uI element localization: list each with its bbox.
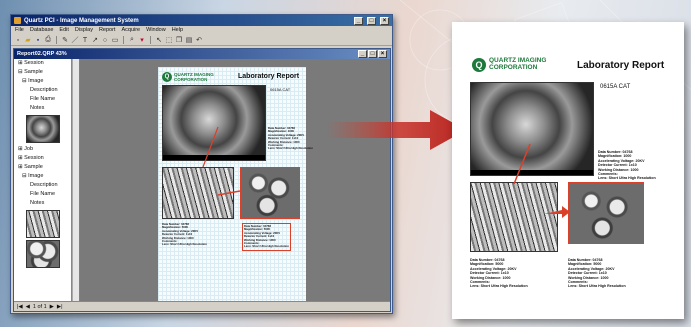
tree-node-image[interactable]: ⊟ Image: [14, 172, 71, 181]
menu-report[interactable]: Report: [99, 27, 116, 34]
menu-acquire[interactable]: Acquire: [121, 27, 140, 34]
last-page-button[interactable]: ▶|: [57, 304, 63, 310]
printed-report-page: Q QUARTZ IMAGING CORPORATION Laboratory R…: [452, 22, 684, 319]
pointer-icon[interactable]: ↖: [155, 36, 163, 44]
page-indicator: 1 of 1: [32, 303, 47, 310]
line-icon[interactable]: ／: [71, 36, 79, 44]
tree-scrollbar[interactable]: [72, 59, 79, 301]
menu-edit[interactable]: Edit: [59, 27, 68, 34]
color-icon[interactable]: ▾: [138, 36, 146, 44]
maximize-button[interactable]: □: [367, 16, 376, 25]
app-icon: [14, 17, 21, 24]
image-specs-right: Data Number: 04768 Magnification: 5000 Acc…: [242, 223, 291, 251]
menu-window[interactable]: Window: [146, 27, 166, 34]
tree-node-notes[interactable]: Notes: [14, 199, 71, 208]
doc-minimize-button[interactable]: _: [358, 50, 367, 58]
pencil-icon[interactable]: ✎: [61, 36, 69, 44]
minimize-button[interactable]: _: [354, 16, 363, 25]
menu-display[interactable]: Display: [75, 27, 93, 34]
first-page-button[interactable]: |◀: [17, 304, 23, 310]
database-tree: ⊞ Session ⊟ Sample ⊟ Image Description F…: [14, 59, 72, 301]
tree-node-session[interactable]: ⊞ Session: [14, 59, 71, 68]
zoom-icon[interactable]: ⌕: [128, 36, 136, 44]
page-navigator: |◀ ◀ 1 of 1 ▶ ▶|: [14, 301, 390, 311]
window-title: Quartz PCI - Image Management System: [24, 17, 139, 24]
toolbar: ▫ ▰ ▪ ⎙ ✎ ／ T ↗ ○ ▭ ⌕ ▾ ↖ ⬚ ❐ ▤ ↶: [11, 35, 392, 46]
rect-icon[interactable]: ▭: [111, 36, 119, 44]
app-window: Quartz PCI - Image Management System _ □…: [10, 14, 393, 314]
new-icon[interactable]: ▫: [14, 36, 22, 44]
circle-icon[interactable]: ○: [101, 36, 109, 44]
image-specs-left: Data Number: 04768 Magnification: 5000 Acc…: [470, 258, 528, 289]
copy-icon[interactable]: ❐: [175, 36, 183, 44]
toolbar-separator: [150, 36, 151, 44]
tree-node-file-name[interactable]: File Name: [14, 95, 71, 104]
tree-node-description[interactable]: Description: [14, 86, 71, 95]
menu-help[interactable]: Help: [172, 27, 183, 34]
menu-database[interactable]: Database: [30, 27, 54, 34]
report-canvas: Q QUARTZ IMAGING CORPORATION Laboratory R…: [80, 59, 390, 303]
toolbar-separator: [56, 36, 57, 44]
paste-icon[interactable]: ▤: [185, 36, 193, 44]
tree-node-notes[interactable]: Notes: [14, 104, 71, 113]
save-icon[interactable]: ▪: [34, 36, 42, 44]
report-document-window: Report02.QRP 43% _ □ × ⊞ Session ⊟ Sampl…: [13, 48, 391, 312]
tree-node-sample[interactable]: ⊞ Sample: [14, 163, 71, 172]
window-titlebar[interactable]: Quartz PCI - Image Management System _ □…: [11, 15, 392, 26]
tree-node-session[interactable]: ⊞ Session: [14, 154, 71, 163]
doc-maximize-button[interactable]: □: [368, 50, 377, 58]
tree-node-sample[interactable]: ⊟ Sample: [14, 68, 71, 77]
open-icon[interactable]: ▰: [24, 36, 32, 44]
select-icon[interactable]: ⬚: [165, 36, 173, 44]
image-thumbnail[interactable]: [26, 210, 60, 238]
prev-page-button[interactable]: ◀: [26, 304, 30, 310]
print-icon[interactable]: ⎙: [44, 36, 52, 44]
tree-node-image[interactable]: ⊟ Image: [14, 77, 71, 86]
doc-close-button[interactable]: ×: [378, 50, 387, 58]
document-titlebar[interactable]: Report02.QRP 43% _ □ ×: [14, 49, 390, 59]
image-thumbnail[interactable]: [26, 240, 60, 268]
toolbar-separator: [123, 36, 124, 44]
menu-bar: File Database Edit Display Report Acquir…: [11, 26, 392, 35]
tree-node-description[interactable]: Description: [14, 181, 71, 190]
tree-node-file-name[interactable]: File Name: [14, 190, 71, 199]
tree-node-job[interactable]: ⊞ Job: [14, 145, 71, 154]
arrow-icon[interactable]: ↗: [91, 36, 99, 44]
close-button[interactable]: ×: [380, 16, 389, 25]
text-icon[interactable]: T: [81, 36, 89, 44]
image-specs-left: Data Number: 04768 Magnification: 5000 Acc…: [162, 222, 207, 247]
report-page-preview[interactable]: Q QUARTZ IMAGING CORPORATION Laboratory R…: [158, 67, 313, 303]
undo-icon[interactable]: ↶: [195, 36, 203, 44]
image-thumbnail-selected[interactable]: [26, 115, 60, 143]
menu-file[interactable]: File: [15, 27, 24, 34]
big-red-arrow: [326, 110, 466, 150]
next-page-button[interactable]: ▶: [50, 304, 54, 310]
annotation-arrows: [202, 126, 241, 196]
image-specs-right: Data Number: 04768 Magnification: 5000 Acc…: [568, 258, 626, 289]
document-title: Report02.QRP 43%: [17, 51, 67, 57]
